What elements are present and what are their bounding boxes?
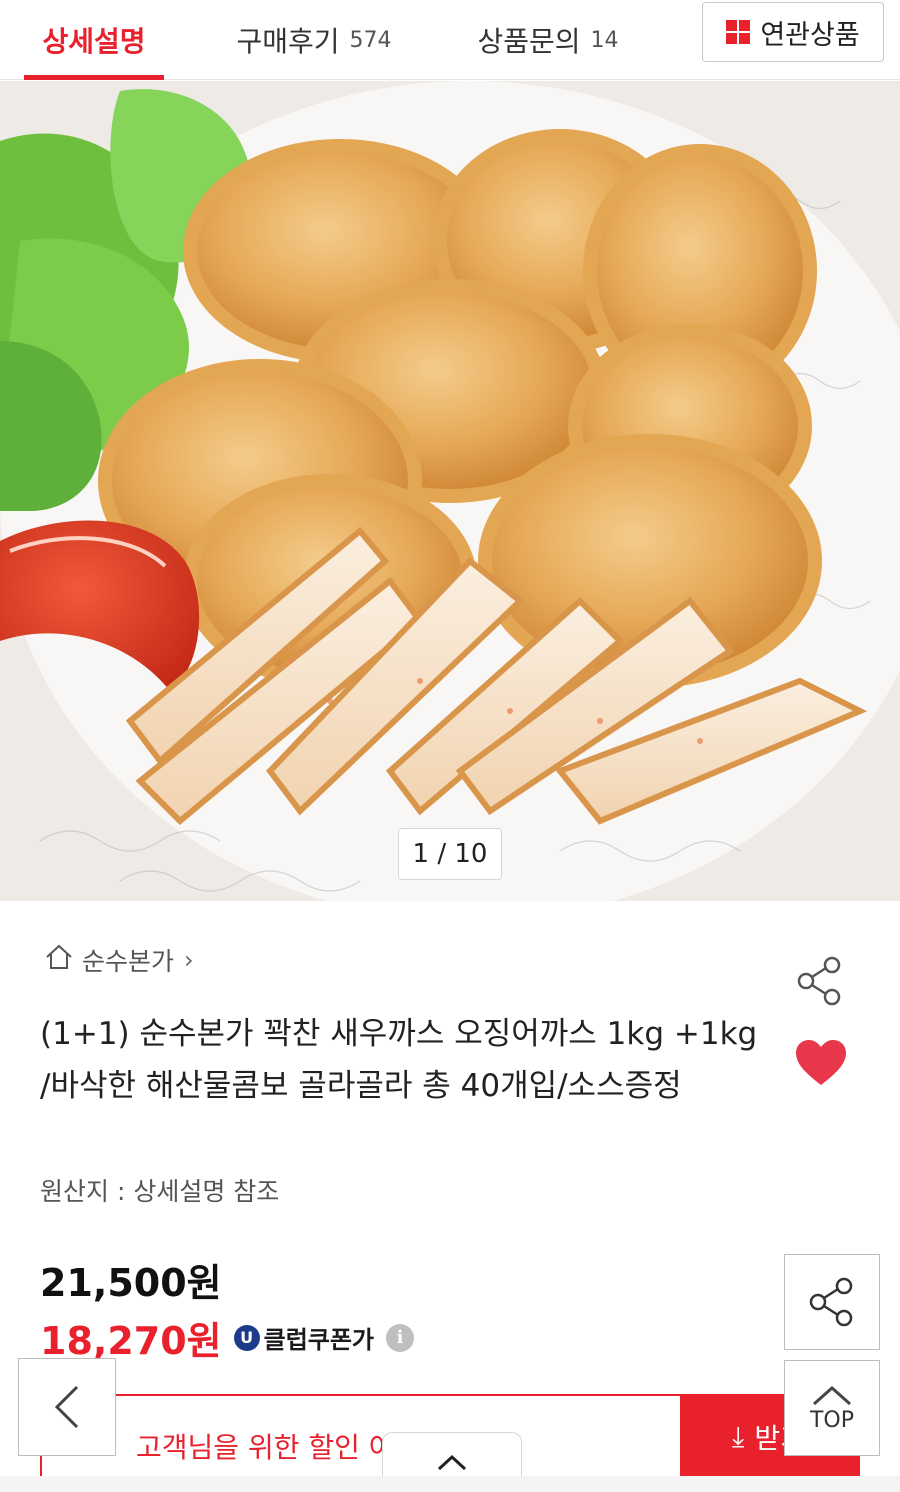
related-products-button[interactable]: 연관상품	[702, 2, 884, 62]
product-title: (1+1) 순수본가 꽉찬 새우까스 오징어까스 1kg +1kg /바삭한 해…	[40, 1016, 758, 1104]
scroll-top-button[interactable]: TOP	[784, 1360, 880, 1456]
chevron-right-icon: ›	[184, 946, 194, 974]
top-label: TOP	[809, 1407, 855, 1433]
club-coupon-label: 클럽쿠폰가	[263, 1326, 375, 1354]
tab-detail-label: 상세설명	[42, 25, 146, 58]
bottom-edge	[0, 1476, 900, 1492]
chevron-up-icon	[437, 1454, 467, 1470]
tab-review[interactable]: 구매후기 574	[214, 0, 414, 80]
original-price: 21,500원	[40, 1261, 222, 1305]
product-image[interactable]: 1 / 10	[0, 81, 900, 901]
back-button[interactable]	[18, 1358, 116, 1456]
share-icon[interactable]	[794, 955, 846, 1011]
club-coupon[interactable]: U 클럽쿠폰가 i	[233, 1320, 415, 1355]
sale-price-row: 18,270원 U 클럽쿠폰가 i	[40, 1310, 415, 1365]
tab-qna-count: 14	[590, 27, 619, 53]
sale-price: 18,270원	[40, 1319, 222, 1363]
tab-review-count: 574	[349, 27, 392, 53]
floating-share-button[interactable]	[784, 1254, 880, 1350]
wishlist-heart-icon[interactable]	[794, 1038, 848, 1092]
download-icon: ⤓	[732, 1420, 745, 1453]
origin-info: 원산지 : 상세설명 참조	[40, 1177, 280, 1206]
store-name: 순수본가	[82, 947, 175, 976]
fried-cutlets-photo	[0, 81, 900, 901]
related-products-label: 연관상품	[760, 19, 860, 51]
image-counter: 1 / 10	[398, 828, 502, 880]
house-icon	[44, 942, 74, 978]
grid-icon	[726, 20, 751, 44]
u-club-badge: U	[233, 1324, 260, 1351]
store-link[interactable]: 순수본가 ›	[44, 940, 194, 980]
tab-detail[interactable]: 상세설명	[24, 0, 164, 80]
info-icon[interactable]: i	[386, 1323, 415, 1352]
share-icon	[809, 1277, 853, 1327]
tab-qna-label: 상품문의	[477, 25, 581, 58]
tab-qna[interactable]: 상품문의 14	[458, 0, 638, 80]
chevron-up-icon	[813, 1385, 851, 1405]
chevron-left-icon	[54, 1385, 79, 1429]
tab-review-label: 구매후기	[236, 25, 340, 58]
tab-bar: 상세설명 구매후기 574 상품문의 14 연관상품	[0, 0, 900, 80]
